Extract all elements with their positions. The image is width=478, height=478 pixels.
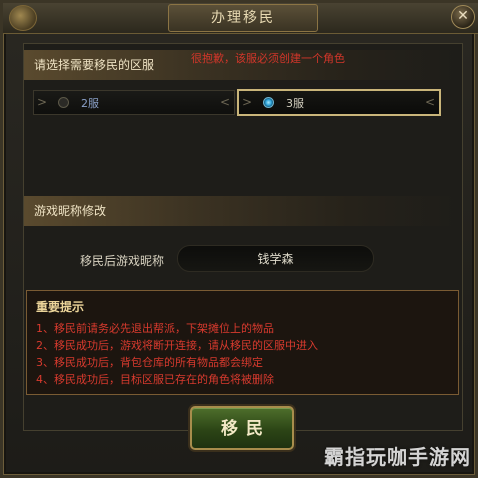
server-warning-text: 很抱歉，该服必须创建一个角色 — [191, 52, 345, 65]
radio-selected-icon[interactable] — [263, 97, 274, 108]
nickname-section-heading: 游戏昵称修改 — [24, 196, 458, 226]
nickname-input[interactable]: 钱学森 — [177, 245, 374, 272]
radio-icon[interactable] — [58, 97, 69, 108]
site-watermark: 霸指玩咖手游网 — [324, 445, 471, 469]
chevron-right-icon: > — [37, 95, 48, 109]
server-option-label: 2服 — [81, 97, 99, 110]
chevron-left-icon: < — [219, 95, 230, 109]
migrate-button[interactable]: 移民 — [190, 406, 294, 450]
important-notice-panel: 重要提示 1、移民前请务必先退出帮派，下架摊位上的物品 2、移民成功后，游戏将断… — [26, 290, 459, 395]
chevron-left-icon: < — [424, 95, 435, 109]
notice-line: 4、移民成功后，目标区服已存在的角色将被删除 — [36, 373, 274, 386]
nickname-field-label: 移民后游戏昵称 — [80, 254, 165, 268]
server-option-3[interactable]: > 3服 < — [237, 89, 441, 116]
corner-ornament-left-icon — [9, 5, 37, 31]
dialog-title: 办理移民 — [168, 4, 318, 32]
server-option-label: 3服 — [286, 97, 304, 110]
close-button[interactable]: ✕ — [451, 5, 475, 29]
title-bar: 办理移民 ✕ — [3, 3, 478, 34]
notice-line: 2、移民成功后，游戏将断开连接，请从移民的区服中进入 — [36, 339, 318, 352]
notice-line: 1、移民前请务必先退出帮派，下架摊位上的物品 — [36, 322, 274, 335]
migration-dialog: 办理移民 ✕ 请选择需要移民的区服 很抱歉，该服必须创建一个角色 > 2服 < … — [0, 0, 478, 478]
notice-title: 重要提示 — [36, 300, 85, 314]
notice-line: 3、移民成功后，背包仓库的所有物品都会绑定 — [36, 356, 263, 369]
chevron-right-icon: > — [242, 95, 253, 109]
server-option-2[interactable]: > 2服 < — [33, 90, 235, 115]
